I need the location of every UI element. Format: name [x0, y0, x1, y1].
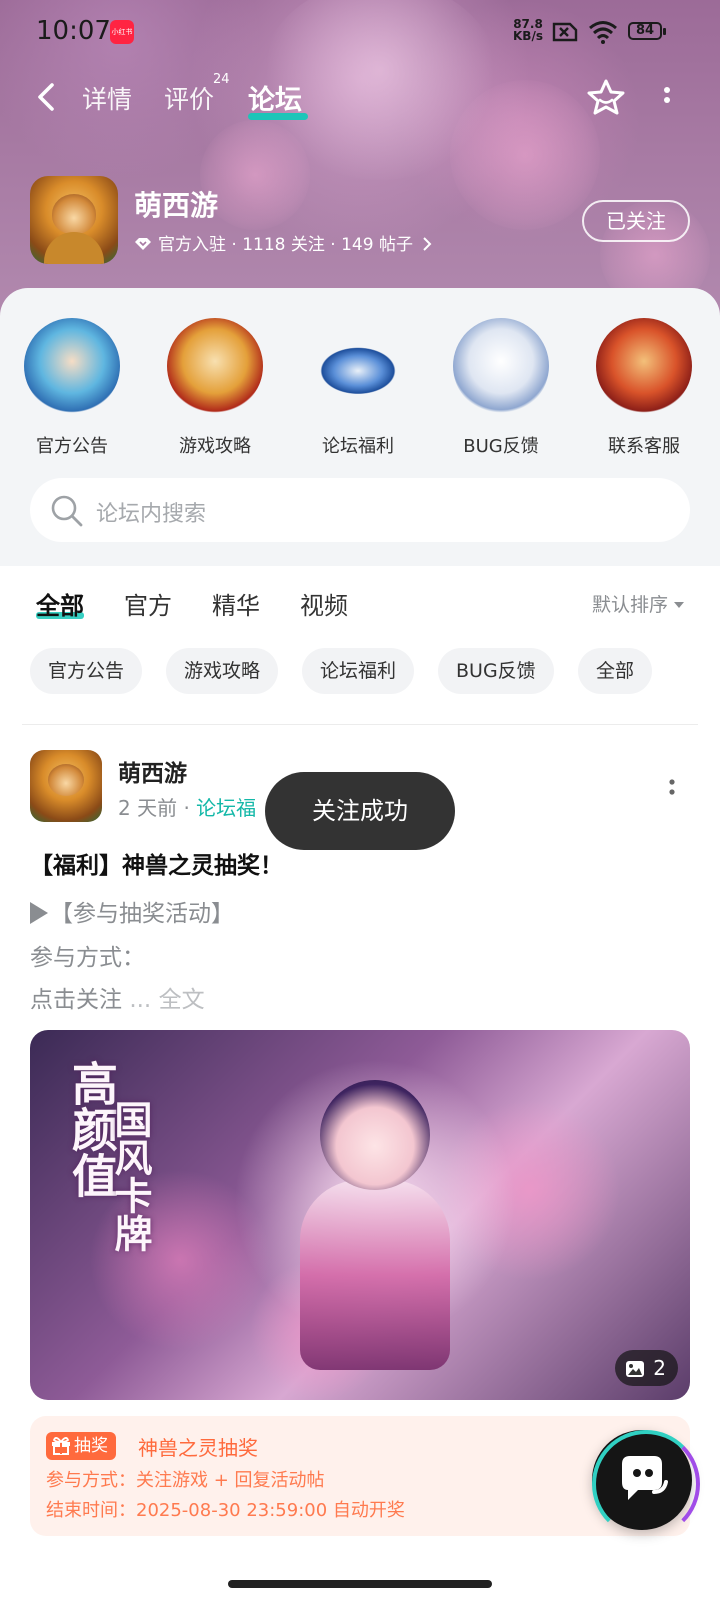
- filter-tab-video[interactable]: 视频: [300, 586, 348, 621]
- post-title: 【福利】神兽之灵抽奖！: [30, 853, 283, 879]
- post-line-follow: 点击关注 ... 全文: [30, 980, 205, 1014]
- category-label: 官方公告: [36, 436, 108, 457]
- filter-tab-official[interactable]: 官方: [124, 586, 172, 621]
- post-category-tag[interactable]: 论坛福: [196, 796, 256, 820]
- post-image[interactable]: 高颜值 国风卡牌 2: [30, 1030, 690, 1400]
- more-options-icon[interactable]: [660, 84, 674, 114]
- chevron-right-icon: [423, 237, 432, 251]
- game-meta[interactable]: 官方入驻 · 1118 关注 · 149 帖子: [134, 230, 432, 255]
- chip-bug-report[interactable]: BUG反馈: [438, 648, 554, 694]
- play-triangle-icon: [30, 902, 48, 924]
- filter-tab-featured[interactable]: 精华: [212, 586, 260, 621]
- forum-header: 10:07 小红书 87.8 KB/s 84 详情 评价 24 论坛 萌西游 官…: [0, 0, 720, 330]
- chip-announcement[interactable]: 官方公告: [30, 648, 143, 694]
- category-bug-report[interactable]: BUG反馈: [441, 318, 561, 458]
- category-label: 联系客服: [608, 436, 680, 457]
- welfare-beast-icon: [310, 318, 406, 414]
- battery-indicator: 84: [628, 22, 666, 40]
- game-info: 萌西游 官方入驻 · 1118 关注 · 149 帖子 已关注: [0, 176, 720, 270]
- filter-tabs: 全部 官方 精华 视频 默认排序: [0, 580, 720, 640]
- category-chips: 官方公告 游戏攻略 论坛福利 BUG反馈 全部: [0, 648, 720, 696]
- customer-service-character-icon: [596, 318, 692, 414]
- lottery-end-time: 结束时间：2025-08-30 23:59:00 自动开奖: [46, 1500, 405, 1521]
- chip-strategy[interactable]: 游戏攻略: [166, 648, 279, 694]
- game-name: 萌西游: [134, 189, 219, 222]
- category-customer-service[interactable]: 联系客服: [584, 318, 704, 458]
- category-label: 游戏攻略: [179, 436, 251, 457]
- chat-bubble-icon: [622, 1456, 668, 1500]
- category-label: BUG反馈: [463, 436, 539, 457]
- lottery-method: 参与方式：关注游戏 + 回复活动帖: [46, 1470, 325, 1491]
- image-character-body: [300, 1180, 450, 1370]
- category-strategy[interactable]: 游戏攻略: [155, 318, 275, 458]
- official-label: 官方入驻: [158, 235, 226, 255]
- post-line-method: 参与方式：: [30, 945, 145, 971]
- network-speed: 87.8 KB/s: [510, 18, 546, 42]
- lottery-title: 神兽之灵抽奖: [138, 1436, 258, 1460]
- author-avatar[interactable]: [30, 750, 102, 822]
- image-count-badge: 2: [615, 1350, 678, 1386]
- gift-icon: [52, 1437, 70, 1455]
- filter-tab-all[interactable]: 全部: [36, 586, 84, 621]
- category-welfare[interactable]: 论坛福利: [298, 318, 418, 458]
- forum-search-bar[interactable]: 论坛内搜索: [30, 478, 690, 542]
- author-name[interactable]: 萌西游: [118, 754, 187, 788]
- image-count: 2: [653, 1356, 666, 1380]
- status-bar: 10:07 小红书 87.8 KB/s 84: [0, 0, 720, 64]
- meta-separator: ·: [330, 235, 342, 255]
- image-gallery-icon: [626, 1361, 645, 1377]
- network-speed-unit: KB/s: [513, 29, 543, 43]
- game-icon[interactable]: [30, 176, 118, 264]
- tab-reviews[interactable]: 评价: [164, 80, 214, 116]
- lottery-badge: 抽奖: [46, 1432, 116, 1460]
- sort-label: 默认排序: [592, 594, 669, 616]
- toast-message: 关注成功: [265, 772, 455, 850]
- announcement-character-icon: [24, 318, 120, 414]
- app-notification-icon: 小红书: [110, 20, 134, 44]
- meta-separator: ·: [231, 235, 243, 255]
- divider: [22, 724, 698, 725]
- official-diamond-icon: [135, 238, 151, 250]
- full-text-link[interactable]: 全文: [159, 987, 205, 1013]
- top-navigation: 详情 评价 24 论坛: [0, 70, 720, 126]
- favorite-star-icon[interactable]: [586, 78, 626, 118]
- followers-count: 1118 关注: [242, 235, 325, 255]
- lottery-card[interactable]: 抽奖 神兽之灵抽奖 参与方式：关注游戏 + 回复活动帖 结束时间：2025-08…: [30, 1416, 690, 1536]
- sort-dropdown[interactable]: 默认排序: [592, 590, 685, 617]
- home-indicator[interactable]: [228, 1580, 492, 1588]
- post-line-text: 点击关注: [30, 987, 122, 1013]
- chip-welfare[interactable]: 论坛福利: [302, 648, 415, 694]
- posts-count: 149 帖子: [341, 235, 413, 255]
- category-label: 论坛福利: [322, 436, 394, 457]
- lottery-badge-label: 抽奖: [74, 1436, 108, 1456]
- ellipsis: ...: [129, 987, 152, 1013]
- chip-all[interactable]: 全部: [578, 648, 653, 694]
- post-more-icon[interactable]: [668, 778, 676, 800]
- search-placeholder: 论坛内搜索: [96, 502, 207, 527]
- wifi-icon: [589, 21, 617, 44]
- post-meta: 2 天前 · 论坛福: [118, 792, 256, 821]
- strategy-character-icon: [167, 318, 263, 414]
- tab-details[interactable]: 详情: [82, 80, 132, 116]
- floating-chat-button[interactable]: [592, 1430, 700, 1538]
- reviews-count-badge: 24: [213, 72, 230, 87]
- search-icon: [51, 495, 83, 527]
- post-line-activity: 【参与抽奖活动】: [30, 894, 234, 928]
- follow-button[interactable]: 已关注: [582, 200, 690, 242]
- image-calligraphy: 国风卡牌: [108, 1100, 153, 1252]
- category-panel: 官方公告 游戏攻略 论坛福利 BUG反馈 联系客服 论坛内搜索: [0, 288, 720, 566]
- caret-down-icon: [674, 602, 685, 608]
- back-arrow-icon[interactable]: [34, 82, 62, 112]
- bug-report-character-icon: [453, 318, 549, 414]
- meta-separator: ·: [183, 796, 197, 820]
- tab-forum[interactable]: 论坛: [248, 78, 302, 117]
- status-time: 10:07: [36, 16, 111, 46]
- post-time: 2 天前: [118, 796, 178, 820]
- category-announcement[interactable]: 官方公告: [12, 318, 132, 458]
- post-line-text: 【参与抽奖活动】: [50, 901, 234, 927]
- no-sim-icon: [552, 22, 578, 42]
- image-character-head: [320, 1080, 430, 1190]
